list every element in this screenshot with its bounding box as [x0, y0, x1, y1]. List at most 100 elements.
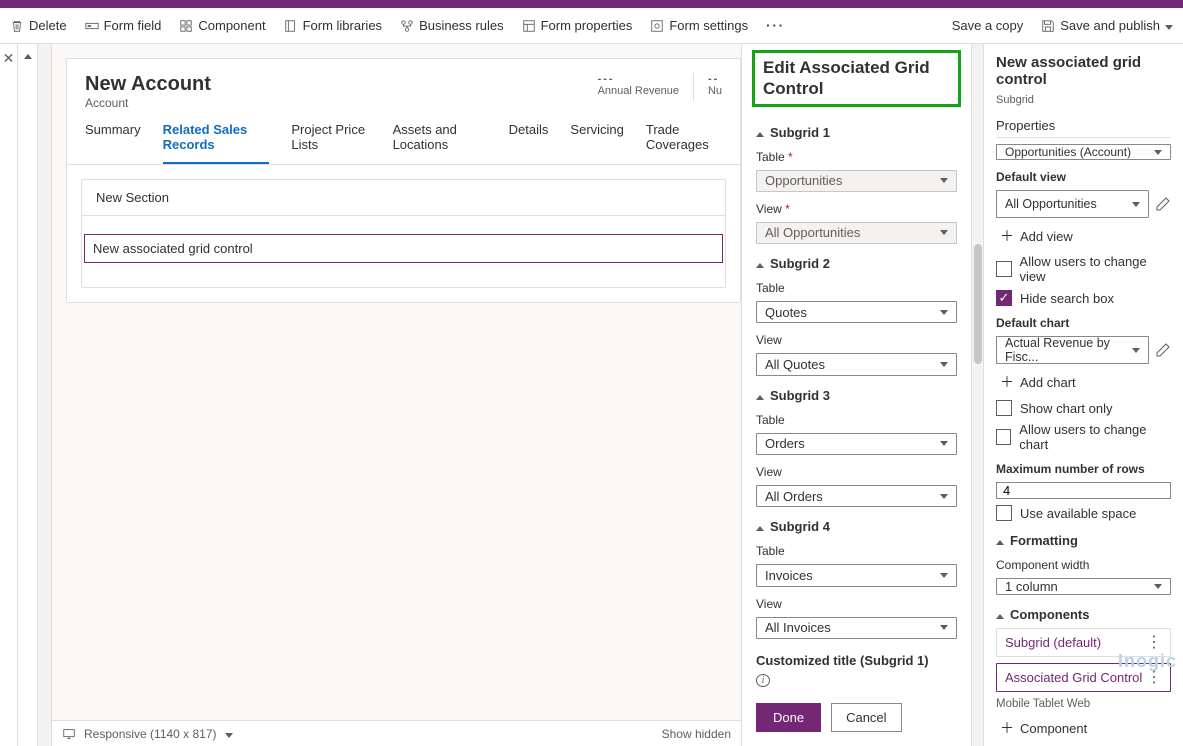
components-header[interactable]: Components — [996, 607, 1171, 622]
subgrid-2-table-value: Quotes — [765, 305, 807, 320]
tab-trade-coverages[interactable]: Trade Coverages — [646, 122, 722, 164]
formatting-header[interactable]: Formatting — [996, 533, 1171, 548]
cancel-button[interactable]: Cancel — [831, 703, 901, 732]
chevron-down-icon — [940, 310, 948, 315]
subgrid-3-table-value: Orders — [765, 436, 805, 451]
default-chart-dropdown[interactable]: Actual Revenue by Fisc... — [996, 336, 1149, 364]
chevron-up-icon — [996, 533, 1004, 548]
cmd-form-libraries-label: Form libraries — [303, 18, 382, 33]
tab-details[interactable]: Details — [509, 122, 549, 164]
responsive-mode-label[interactable]: Responsive (1140 x 817) — [84, 727, 217, 741]
max-rows-input[interactable] — [996, 482, 1171, 499]
chevron-down-icon — [940, 441, 948, 446]
cmd-form-field[interactable]: Form field — [85, 18, 162, 33]
component-subgrid-default[interactable]: Subgrid (default)⋮ — [996, 628, 1171, 657]
subgrid-3-view-dropdown[interactable]: All Orders — [756, 485, 957, 507]
allow-change-chart-checkbox[interactable]: Allow users to change chart — [996, 422, 1171, 452]
cmd-overflow[interactable]: ··· — [766, 18, 785, 33]
form-tabs: Summary Related Sales Records Project Pr… — [67, 110, 740, 165]
use-available-space-checkbox[interactable]: Use available space — [996, 505, 1171, 521]
subgrid-2-header[interactable]: Subgrid 2 — [756, 256, 957, 271]
header-kpi-2-label: Nu — [708, 85, 722, 97]
chevron-down-icon[interactable] — [1165, 18, 1173, 33]
subgrid-2-view-dropdown[interactable]: All Quotes — [756, 353, 957, 375]
component-width-value: 1 column — [1005, 579, 1058, 594]
subgrid-2-table-label: Table — [756, 281, 957, 295]
tree-scrollbar[interactable] — [38, 44, 52, 746]
component-width-dropdown[interactable]: 1 column — [996, 578, 1171, 595]
chevron-up-icon — [756, 388, 764, 403]
more-vertical-icon[interactable]: ⋮ — [1146, 638, 1162, 648]
add-view-link[interactable]: ＋Add view — [996, 224, 1171, 248]
chevron-down-icon — [1132, 348, 1140, 353]
show-chart-only-checkbox[interactable]: Show chart only — [996, 400, 1171, 416]
tab-summary[interactable]: Summary — [85, 122, 141, 164]
subgrid-3-table-dropdown[interactable]: Orders — [756, 433, 957, 455]
form-section[interactable]: New Section New associated grid control — [81, 179, 726, 288]
tab-related-sales-records[interactable]: Related Sales Records — [163, 122, 270, 164]
more-vertical-icon[interactable]: ⋮ — [1146, 673, 1162, 683]
mid-panel-scrollbar[interactable] — [971, 44, 983, 746]
default-view-dropdown[interactable]: All Opportunities — [996, 190, 1149, 218]
cmd-form-field-label: Form field — [104, 18, 162, 33]
add-chart-label: Add chart — [1020, 375, 1076, 390]
cmd-component[interactable]: Component — [179, 18, 265, 33]
props-title: New associated grid control — [996, 54, 1171, 88]
device-icon — [62, 727, 76, 741]
app-top-accent — [0, 0, 1183, 8]
components-label: Components — [1010, 607, 1089, 622]
subgrid-1-header[interactable]: Subgrid 1 — [756, 125, 957, 140]
checkbox-icon — [996, 261, 1012, 277]
collapse-up-icon[interactable] — [24, 54, 32, 59]
chevron-down-icon — [940, 178, 948, 183]
subgrid-4-table-label: Table — [756, 544, 957, 558]
add-view-label: Add view — [1020, 229, 1073, 244]
left-rail-2 — [18, 44, 38, 746]
chevron-up-icon — [756, 125, 764, 140]
table-dropdown-value: Opportunities (Account) — [1005, 145, 1131, 159]
properties-panel: New associated grid control Subgrid Prop… — [983, 44, 1183, 746]
chevron-down-icon — [940, 573, 948, 578]
hide-search-checkbox[interactable]: ✓Hide search box — [996, 290, 1171, 306]
checkbox-icon — [996, 505, 1012, 521]
subgrid-4-header[interactable]: Subgrid 4 — [756, 519, 957, 534]
cmd-save-copy[interactable]: Save a copy — [952, 18, 1024, 33]
edit-grid-panel: Edit Associated Grid Control Subgrid 1 T… — [741, 44, 971, 746]
done-button[interactable]: Done — [756, 703, 821, 732]
add-component-link[interactable]: ＋Component — [996, 716, 1171, 740]
cmd-business-rules[interactable]: Business rules — [400, 18, 504, 33]
checkbox-checked-icon: ✓ — [996, 290, 1012, 306]
left-rail-1: ✕ — [0, 44, 18, 746]
subgrid-3-header[interactable]: Subgrid 3 — [756, 388, 957, 403]
max-rows-label: Maximum number of rows — [996, 462, 1171, 476]
add-component-label: Component — [1020, 721, 1087, 736]
edit-icon[interactable] — [1155, 196, 1171, 212]
component-associated-grid-control[interactable]: Associated Grid Control⋮ — [996, 663, 1171, 692]
tab-servicing[interactable]: Servicing — [570, 122, 623, 164]
subgrid-4-view-dropdown[interactable]: All Invoices — [756, 617, 957, 639]
add-chart-link[interactable]: ＋Add chart — [996, 370, 1171, 394]
close-icon[interactable]: ✕ — [3, 50, 15, 67]
chevron-down-icon — [940, 625, 948, 630]
info-icon[interactable]: i — [756, 674, 770, 687]
table-dropdown[interactable]: Opportunities (Account) — [996, 144, 1171, 160]
cmd-form-libraries[interactable]: Form libraries — [284, 18, 382, 33]
show-chart-only-label: Show chart only — [1020, 401, 1113, 416]
chevron-down-icon — [1154, 584, 1162, 589]
allow-change-chart-label: Allow users to change chart — [1019, 422, 1171, 452]
cmd-form-properties-label: Form properties — [541, 18, 633, 33]
selected-subgrid-control[interactable]: New associated grid control — [84, 234, 723, 263]
subgrid-4-table-dropdown[interactable]: Invoices — [756, 564, 957, 586]
component-width-label: Component width — [996, 558, 1171, 572]
edit-icon[interactable] — [1155, 342, 1171, 358]
chevron-down-icon[interactable] — [225, 727, 233, 741]
subgrid-2-table-dropdown[interactable]: Quotes — [756, 301, 957, 323]
allow-change-view-checkbox[interactable]: Allow users to change view — [996, 254, 1171, 284]
cmd-form-settings[interactable]: Form settings — [650, 18, 748, 33]
default-chart-label: Default chart — [996, 316, 1171, 330]
cmd-delete[interactable]: Delete — [10, 18, 67, 33]
tab-assets-and-locations[interactable]: Assets and Locations — [393, 122, 487, 164]
tab-project-price-lists[interactable]: Project Price Lists — [291, 122, 370, 164]
cmd-form-properties[interactable]: Form properties — [522, 18, 633, 33]
cmd-save-publish[interactable]: Save and publish — [1041, 18, 1173, 33]
